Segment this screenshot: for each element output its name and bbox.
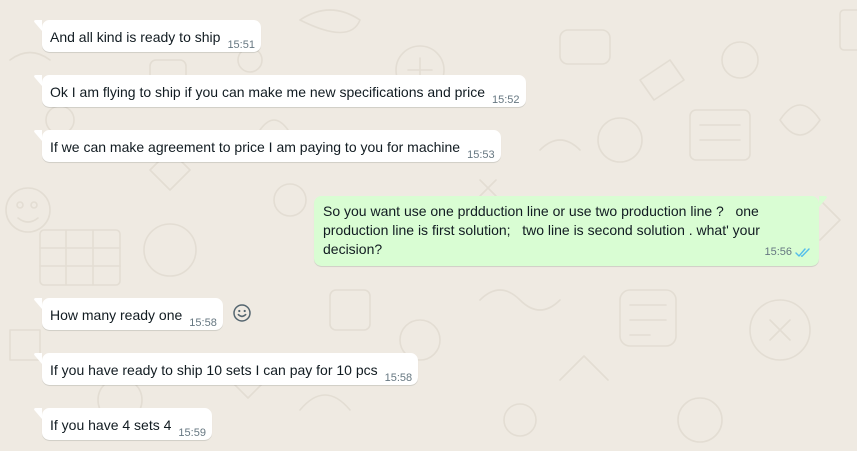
message-timestamp: 15:51 (227, 39, 255, 51)
bubble-tail (34, 20, 42, 31)
double-check-icon (795, 248, 810, 257)
message-bubble-outgoing[interactable]: So you want use one prdduction line or u… (314, 196, 827, 266)
message-text: How many ready one (50, 307, 183, 323)
message-meta: 15:56 (764, 243, 811, 262)
message-text: If you have 4 sets 4 (50, 417, 172, 433)
bubble-tail (34, 298, 42, 309)
message-timestamp: 15:56 (764, 246, 792, 258)
message-text: If you have ready to ship 10 sets I can … (50, 362, 378, 378)
message-bubble-incoming[interactable]: If you have 4 sets 4 15:59 (34, 408, 212, 440)
bubble-tail (34, 130, 42, 141)
message-bubble-incoming[interactable]: If we can make agreement to price I am p… (34, 130, 501, 162)
smiley-icon[interactable] (231, 302, 253, 324)
message-timestamp: 15:58 (384, 372, 413, 384)
message-bubble-incoming[interactable]: And all kind is ready to ship 15:51 (34, 20, 261, 52)
bubble-tail (34, 75, 42, 86)
message-timestamp: 15:53 (467, 149, 495, 161)
message-bubble-incoming[interactable]: Ok I am flying to ship if you can make m… (34, 75, 526, 107)
message-text: If we can make agreement to price I am p… (50, 139, 461, 155)
message-timestamp: 15:52 (491, 94, 520, 106)
message-bubble-incoming[interactable]: If you have ready to ship 10 sets I can … (34, 353, 419, 385)
message-bubble-incoming[interactable]: How many ready one 15:58 (34, 298, 223, 330)
bubble-tail (34, 408, 42, 419)
bubble-tail (819, 196, 827, 207)
message-text: And all kind is ready to ship (50, 29, 221, 45)
message-timestamp: 15:59 (178, 427, 206, 439)
bubble-tail (34, 353, 42, 364)
message-text: So you want use one prdduction line or u… (323, 203, 764, 257)
message-timestamp: 15:58 (189, 317, 217, 329)
message-text: Ok I am flying to ship if you can make m… (50, 84, 485, 100)
